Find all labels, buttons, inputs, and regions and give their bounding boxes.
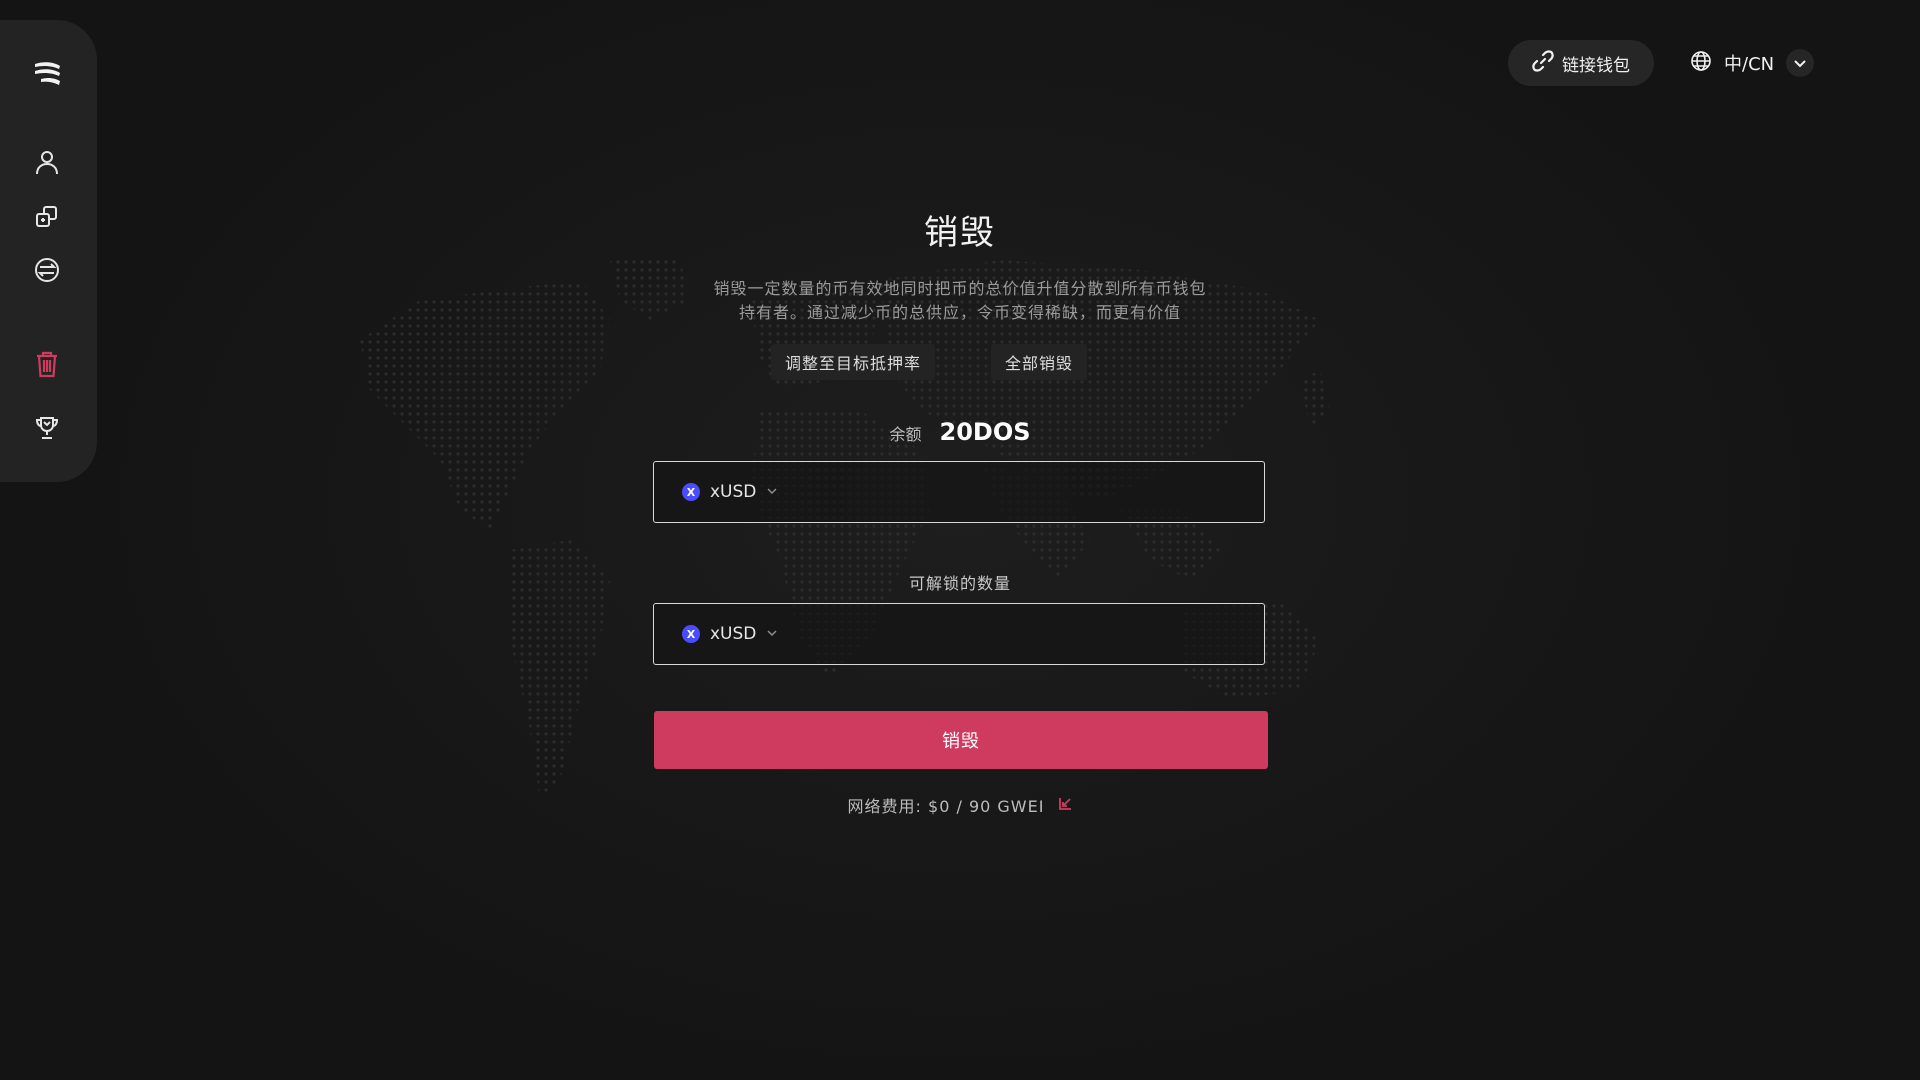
description-line-1: 销毁一定数量的币有效地同时把币的总价值升值分散到所有币钱包 [713, 279, 1207, 298]
xusd-token-icon: X [682, 625, 700, 643]
chevron-down-icon [1786, 49, 1815, 77]
burn-amount-input[interactable]: X xUSD [653, 461, 1265, 523]
token-label: xUSD [710, 482, 757, 502]
trash-icon[interactable] [26, 343, 68, 385]
connect-wallet-label: 链接钱包 [1562, 55, 1630, 76]
adjust-target-ratio-button[interactable]: 调整至目标抵押率 [771, 344, 936, 380]
burn-all-button[interactable]: 全部销毁 [991, 344, 1088, 380]
external-link-icon[interactable] [1058, 796, 1072, 815]
balance-value: 20DOS [939, 418, 1031, 446]
chevron-down-icon [766, 482, 778, 502]
language-selector[interactable]: 中/CN [1690, 40, 1815, 86]
balance-row: 余额 20DOS [0, 418, 1920, 446]
chevron-down-icon [766, 624, 778, 644]
language-label: 中/CN [1724, 54, 1775, 75]
globe-icon [1690, 50, 1712, 77]
connect-wallet-button[interactable]: 链接钱包 [1508, 40, 1654, 86]
xusd-token-icon: X [682, 483, 700, 501]
user-icon[interactable] [26, 141, 68, 183]
token-label: xUSD [710, 624, 757, 644]
description-line-2: 持有者。通过减少币的总供应，令币变得稀缺，而更有价值 [738, 303, 1181, 322]
unlock-amount-label: 可解锁的数量 [908, 574, 1011, 593]
unlock-amount-input[interactable]: X xUSD [653, 603, 1265, 665]
burn-button[interactable]: 销毁 [654, 711, 1268, 769]
token-select[interactable]: X xUSD [682, 624, 778, 644]
exchange-icon[interactable] [26, 249, 68, 291]
page-title: 销毁 [924, 213, 996, 253]
network-fee-row: 网络费用: $0 / 90 GWEI [0, 793, 1920, 817]
link-icon [1532, 49, 1554, 77]
page-description: 销毁一定数量的币有效地同时把币的总价值升值分散到所有币钱包 持有者。通过减少币的… [660, 277, 1260, 325]
token-select[interactable]: X xUSD [682, 482, 778, 502]
logo-icon[interactable] [26, 52, 68, 94]
balance-label: 余额 [889, 425, 922, 444]
network-fee-text: 网络费用: $0 / 90 GWEI [847, 797, 1045, 816]
